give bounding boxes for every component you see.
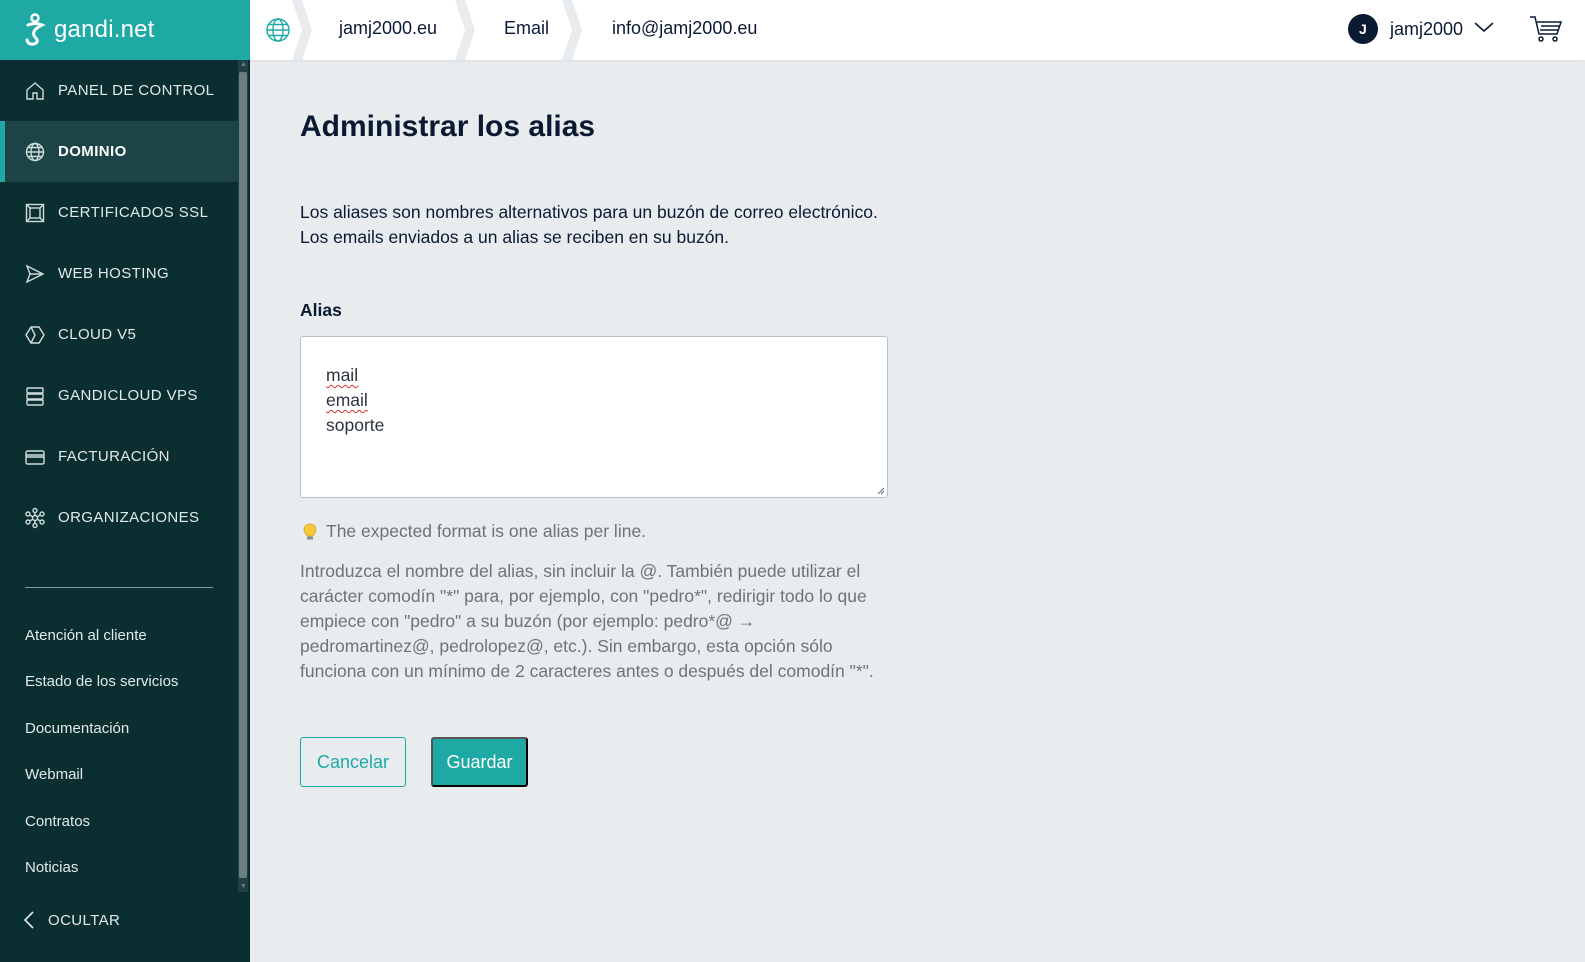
network-icon (24, 507, 46, 529)
logo-text: gandi.net (54, 16, 155, 43)
sidebar-item-panel[interactable]: PANEL DE CONTROL (0, 60, 238, 121)
breadcrumb-separator (292, 0, 312, 60)
credit-card-icon (24, 446, 46, 468)
breadcrumb-email[interactable]: Email (504, 18, 549, 39)
alias-line: mail (326, 365, 359, 385)
paper-plane-icon (24, 263, 46, 285)
breadcrumb-separator (562, 0, 582, 60)
sidebar-item-gandicloud-vps[interactable]: GANDICLOUD VPS (0, 365, 238, 426)
sidebar-item-label: PANEL DE CONTROL (58, 82, 215, 99)
sidebar-item-ssl[interactable]: CERTIFICADOS SSL (0, 182, 238, 243)
sidebar-item-facturacion[interactable]: FACTURACIÓN (0, 426, 238, 487)
server-stack-icon (24, 385, 46, 407)
format-hint: The expected format is one alias per lin… (300, 521, 900, 542)
sidebar-item-web-hosting[interactable]: WEB HOSTING (0, 243, 238, 304)
alias-line: soporte (326, 415, 385, 435)
sidebar-divider (25, 587, 213, 588)
sidebar-links: Atención al cliente Estado de los servic… (25, 612, 225, 891)
breadcrumb-domain[interactable]: jamj2000.eu (339, 18, 437, 39)
globe-icon (24, 141, 46, 163)
link-estado-servicios[interactable]: Estado de los servicios (25, 659, 225, 706)
scrollbar-thumb[interactable] (239, 72, 247, 878)
lightbulb-icon (303, 523, 317, 539)
chevron-left-icon (23, 911, 34, 929)
cancel-button[interactable]: Cancelar (300, 737, 406, 787)
link-atencion-cliente[interactable]: Atención al cliente (25, 612, 225, 659)
cart-icon[interactable] (1529, 14, 1563, 44)
gandi-logo-icon (25, 13, 46, 46)
sidebar-item-label: FACTURACIÓN (58, 448, 170, 465)
sidebar-item-label: GANDICLOUD VPS (58, 387, 198, 404)
main-content: Administrar los alias Los aliases son no… (300, 100, 900, 787)
alias-help-text: Introduzca el nombre del alias, sin incl… (300, 561, 874, 681)
sidebar-item-dominio[interactable]: DOMINIO (0, 121, 238, 182)
sidebar-item-organizaciones[interactable]: ORGANIZACIONES (0, 487, 238, 548)
user-name: jamj2000 (1389, 18, 1463, 39)
sidebar-item-label: ORGANIZACIONES (58, 509, 200, 526)
resize-handle-icon[interactable] (875, 485, 885, 495)
link-contratos[interactable]: Contratos (25, 798, 225, 845)
sidebar-item-cloud-v5[interactable]: CLOUD V5 (0, 304, 238, 365)
sidebar: gandi.net PANEL DE CONTROL DOMINIO CERTI… (0, 0, 250, 962)
scroll-down-arrow-icon[interactable]: ▼ (240, 883, 247, 890)
format-hint-text: The expected format is one alias per lin… (326, 521, 647, 541)
hexagon-icon (24, 324, 46, 346)
sidebar-item-label: CERTIFICADOS SSL (58, 204, 209, 221)
hide-sidebar-label: OCULTAR (48, 911, 121, 929)
top-bar: jamj2000.eu Email info@jamj2000.eu J jam… (250, 0, 1585, 60)
sidebar-item-label: DOMINIO (58, 143, 127, 160)
link-documentacion[interactable]: Documentación (25, 705, 225, 752)
sidebar-item-label: CLOUD V5 (58, 326, 137, 343)
home-icon (24, 80, 46, 102)
link-noticias[interactable]: Noticias (25, 845, 225, 892)
form-actions: Cancelar Guardar (300, 737, 900, 787)
sidebar-item-label: WEB HOSTING (58, 265, 170, 282)
alias-textarea[interactable]: mail email soporte (300, 336, 888, 498)
save-button[interactable]: Guardar (431, 737, 528, 787)
page-title: Administrar los alias (300, 110, 596, 143)
breadcrumb-mailbox[interactable]: info@jamj2000.eu (612, 18, 757, 39)
chevron-down-icon (1473, 20, 1495, 39)
scroll-up-arrow-icon[interactable]: ▲ (240, 61, 247, 68)
page-description: Los aliases son nombres alternativos par… (300, 202, 878, 247)
globe-icon[interactable] (264, 16, 292, 44)
link-webmail[interactable]: Webmail (25, 752, 225, 799)
alias-label: Alias (300, 300, 342, 320)
breadcrumb-separator (455, 0, 475, 60)
sidebar-nav: PANEL DE CONTROL DOMINIO CERTIFICADOS SS… (0, 60, 238, 548)
hide-sidebar-button[interactable]: OCULTAR (22, 910, 120, 930)
user-menu[interactable]: J jamj2000 (1347, 14, 1495, 44)
certificate-icon (24, 202, 46, 224)
avatar: J (1347, 14, 1378, 44)
sidebar-scrollbar[interactable]: ▲ ▼ (238, 60, 248, 892)
logo[interactable]: gandi.net (0, 0, 250, 60)
alias-line: email (326, 390, 368, 410)
